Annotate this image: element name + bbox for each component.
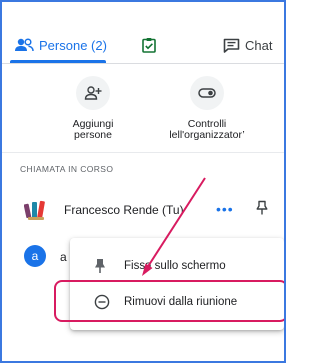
participant-name: a [60, 250, 67, 264]
toggle-icon [198, 88, 216, 98]
pin-filled-icon [95, 259, 105, 273]
host-controls-label-line2: lell'organizzator’ [169, 129, 245, 141]
tab-chat[interactable]: Chat [223, 30, 272, 60]
host-controls-label: Controlli lell'organizzator’ [152, 119, 262, 141]
section-label-in-call: CHIAMATA IN CORSO [20, 164, 114, 174]
tab-people-label: Persone (2) [39, 37, 107, 53]
highlight-box [54, 280, 284, 322]
tab-people[interactable]: Persone (2) [14, 30, 107, 60]
add-people-label-line2: persone [74, 129, 112, 141]
add-people-label: Aggiungi persone [58, 119, 128, 141]
clipboard-check-icon [142, 38, 156, 53]
more-options-icon[interactable]: ••• [216, 201, 234, 217]
people-icon [15, 38, 34, 52]
tab-chat-label: Chat [245, 37, 273, 53]
avatar [24, 200, 45, 220]
host-controls-circle [190, 76, 224, 110]
avatar: a [24, 245, 46, 267]
meet-people-panel: Persone (2) Chat Aggiungi persone Contro… [0, 0, 286, 363]
chat-icon [223, 38, 240, 53]
tabs-divider [2, 63, 284, 64]
tab-activities[interactable] [142, 30, 156, 60]
host-controls-button[interactable]: Controlli lell'organizzator’ [152, 76, 262, 141]
person-add-icon [84, 86, 102, 100]
participant-row: Francesco Rende (Tu) ••• [2, 192, 284, 226]
add-people-circle [76, 76, 110, 110]
add-people-button[interactable]: Aggiungi persone [58, 76, 128, 141]
actions-divider [2, 152, 284, 153]
tab-bar: Persone (2) Chat [2, 2, 284, 64]
participant-name: Francesco Rende (Tu) [64, 203, 184, 217]
pin-icon[interactable] [256, 200, 268, 216]
pin-to-screen-label: Fissa sullo schermo [124, 260, 226, 272]
pin-to-screen-menu-item[interactable]: Fissa sullo schermo [70, 248, 284, 284]
